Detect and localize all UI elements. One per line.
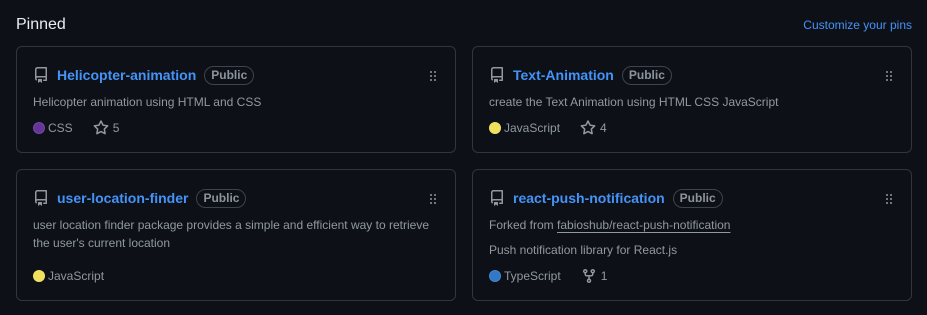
stars-link[interactable]: 4 [580,120,607,136]
forked-from-prefix: Forked from [489,218,554,232]
star-count: 4 [600,121,607,135]
star-icon [580,120,596,135]
drag-handle-icon[interactable] [885,69,893,81]
pinned-repo-card: react-push-notification Public Forked fr… [472,169,912,301]
repo-icon [489,190,505,206]
visibility-badge: Public [621,65,672,85]
language-color-dot [33,270,45,282]
fork-count: 1 [600,269,608,283]
forked-from-line: Forked from fabioshub/react-push-notific… [489,218,730,232]
repo-language: CSS [48,121,73,135]
repo-icon [33,67,49,83]
fork-icon [582,269,595,284]
pinned-title: Pinned [16,16,66,33]
repo-name-link[interactable]: Text-Animation [513,67,614,83]
repo-icon [33,190,49,206]
forked-from-link[interactable]: fabioshub/react-push-notification [557,218,730,232]
pinned-repo-card: Helicopter-animation Public Helicopter a… [16,46,456,153]
repo-description: create the Text Animation using HTML CSS… [489,95,779,109]
pinned-repo-card: user-location-finder Public user locatio… [16,169,456,301]
language-color-dot [33,122,45,134]
pinned-repo-card: Text-Animation Public create the Text An… [472,46,912,153]
visibility-badge: Public [672,188,723,208]
visibility-badge: Public [196,188,247,208]
repo-description: Helicopter animation using HTML and CSS [33,95,262,109]
repo-language: TypeScript [504,269,561,283]
repo-language: JavaScript [48,269,105,283]
drag-handle-icon[interactable] [885,192,893,204]
repo-name-link[interactable]: user-location-finder [57,190,188,206]
language-color-dot [489,270,501,282]
repo-description: user location finder package provides a … [33,218,429,250]
repo-name-link[interactable]: Helicopter-animation [57,67,196,83]
repo-name-link[interactable]: react-push-notification [513,190,665,206]
visibility-badge: Public [204,65,255,85]
repo-icon [489,67,505,83]
repo-language: JavaScript [504,121,561,135]
star-icon [93,120,109,135]
customize-pins-link[interactable]: Customize your pins [803,18,912,32]
stars-link[interactable]: 5 [93,120,120,136]
drag-handle-icon[interactable] [429,192,437,204]
forks-link[interactable]: 1 [581,268,608,284]
drag-handle-icon[interactable] [429,69,437,81]
repo-description: Push notification library for React.js [489,243,678,257]
star-count: 5 [112,121,120,135]
language-color-dot [489,122,501,134]
